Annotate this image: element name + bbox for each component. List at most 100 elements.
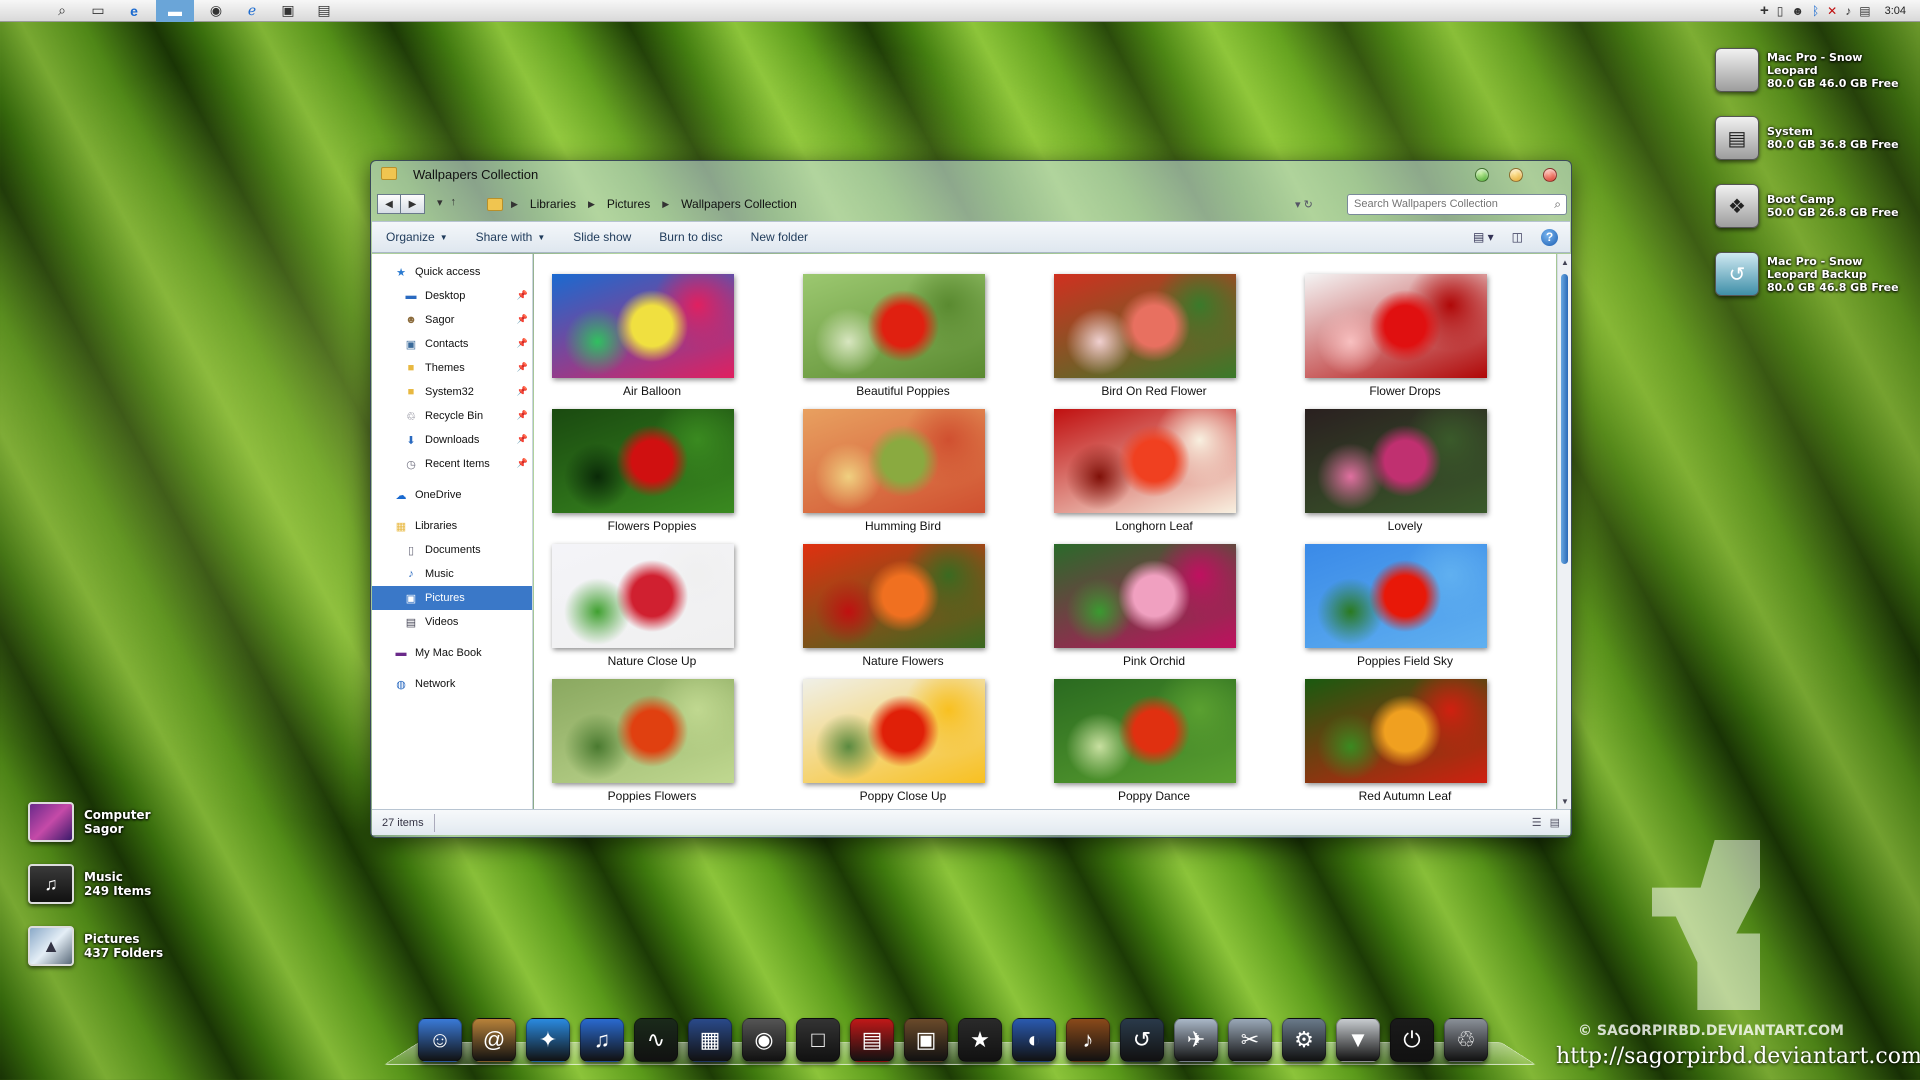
store-icon[interactable]: ▤ <box>310 0 338 22</box>
nav-item-recent-items[interactable]: ◷ Recent Items 📌 <box>372 452 532 476</box>
file-tile[interactable]: Poppy Dance <box>1036 679 1236 809</box>
vertical-scrollbar[interactable]: ▲ ▼ <box>1557 254 1571 809</box>
share-with-menu[interactable]: Share with ▼ <box>462 230 560 244</box>
file-tile[interactable]: Nature Close Up <box>534 544 734 674</box>
nav-item-documents[interactable]: ▯ Documents <box>372 538 532 562</box>
file-tile[interactable]: Longhorn Leaf <box>1036 409 1236 539</box>
file-thumbnail[interactable] <box>1054 274 1236 378</box>
activity-monitor-icon[interactable]: ∿ <box>634 1018 678 1062</box>
up-arrow-icon[interactable]: ↑ <box>451 196 457 209</box>
person-icon[interactable]: ☻ <box>1791 4 1804 18</box>
file-tile[interactable]: Lovely <box>1287 409 1487 539</box>
large-icons-view-icon[interactable]: ▤ <box>1550 816 1560 829</box>
finder-icon[interactable]: ☺ <box>418 1018 462 1062</box>
nav-quick-access[interactable]: ★ Quick access <box>372 260 532 284</box>
nav-libraries[interactable]: ▦ Libraries <box>372 514 532 538</box>
file-thumbnail[interactable] <box>552 274 734 378</box>
pin-icon[interactable]: 📌 <box>517 386 528 397</box>
mail-icon[interactable]: ✈ <box>1174 1018 1218 1062</box>
file-tile[interactable]: Air Balloon <box>534 274 734 404</box>
drive-boot-camp[interactable]: ❖ Boot Camp 50.0 GB 26.8 GB Free <box>1715 184 1899 228</box>
details-view-icon[interactable]: ☰ <box>1532 816 1542 829</box>
slide-show-button[interactable]: Slide show <box>559 230 645 244</box>
file-thumbnail[interactable] <box>803 544 985 648</box>
new-folder-button[interactable]: New folder <box>737 230 822 244</box>
disc-icon[interactable]: ◉ <box>202 0 230 22</box>
nav-onedrive[interactable]: ☁ OneDrive <box>372 483 532 507</box>
safari-icon[interactable]: ✦ <box>526 1018 570 1062</box>
iphoto-icon[interactable]: ▣ <box>904 1018 948 1062</box>
nav-item-videos[interactable]: ▤ Videos <box>372 610 532 634</box>
file-thumbnail[interactable] <box>1054 544 1236 648</box>
file-thumbnail[interactable] <box>1054 409 1236 513</box>
file-tile[interactable]: Bird On Red Flower <box>1036 274 1236 404</box>
nav-item-themes[interactable]: ■ Themes 📌 <box>372 356 532 380</box>
breadcrumb-pictures[interactable]: Pictures <box>603 196 654 212</box>
pin-icon[interactable]: 📌 <box>517 338 528 349</box>
nav-network[interactable]: ◍ Network <box>372 672 532 696</box>
itunes-icon[interactable]: ♫ <box>580 1018 624 1062</box>
nav-item-recycle-bin[interactable]: ♲ Recycle Bin 📌 <box>372 404 532 428</box>
apple-icon[interactable] <box>12 0 40 22</box>
file-thumbnail[interactable] <box>1054 679 1236 783</box>
file-thumbnail[interactable] <box>1305 274 1487 378</box>
search-icon[interactable]: ⌕ <box>1554 197 1561 212</box>
scroll-down-icon[interactable]: ▼ <box>1559 795 1571 807</box>
desktop-item-computer[interactable]: Computer Sagor <box>28 802 150 842</box>
file-tile[interactable]: Flower Drops <box>1287 274 1487 404</box>
forward-button[interactable]: ▶ <box>401 194 425 214</box>
pin-icon[interactable]: 📌 <box>517 434 528 445</box>
file-tile[interactable]: Poppies Field Sky <box>1287 544 1487 674</box>
file-tile[interactable]: Humming Bird <box>785 409 985 539</box>
volume-icon[interactable]: ♪ <box>1845 4 1851 18</box>
file-tile[interactable]: Red Autumn Leaf <box>1287 679 1487 809</box>
photo-booth-icon[interactable]: ▤ <box>850 1018 894 1062</box>
file-tile[interactable]: Pink Orchid <box>1036 544 1236 674</box>
pin-icon[interactable]: 📌 <box>517 290 528 301</box>
ie-icon[interactable]: ℯ <box>238 0 266 22</box>
network-icon[interactable]: ✕ <box>1827 4 1837 18</box>
close-button[interactable] <box>1543 168 1557 182</box>
preview-pane-icon[interactable]: ◫ <box>1512 230 1523 244</box>
shutdown-icon[interactable]: ⏻ <box>1390 1018 1434 1062</box>
file-thumbnail[interactable] <box>1305 679 1487 783</box>
maximize-button[interactable] <box>1475 168 1489 182</box>
nav-item-pictures[interactable]: ▣ Pictures <box>372 586 532 610</box>
breadcrumb-libraries[interactable]: Libraries <box>526 196 580 212</box>
nav-item-contacts[interactable]: ▣ Contacts 📌 <box>372 332 532 356</box>
desktop-item-music[interactable]: ♫ Music 249 Items <box>28 864 151 904</box>
scroll-thumb[interactable] <box>1561 274 1568 564</box>
file-thumbnail[interactable] <box>1305 409 1487 513</box>
file-tile[interactable]: Poppy Close Up <box>785 679 985 809</box>
file-thumbnail[interactable] <box>803 409 985 513</box>
drive-backup[interactable]: ↺ Mac Pro - Snow Leopard Backup 80.0 GB … <box>1715 252 1899 296</box>
help-icon[interactable]: ? <box>1541 228 1558 246</box>
file-tile[interactable]: Nature Flowers <box>785 544 985 674</box>
minimize-button[interactable] <box>1509 168 1523 182</box>
address-book-icon[interactable]: @ <box>472 1018 516 1062</box>
time-machine-icon[interactable]: ↺ <box>1120 1018 1164 1062</box>
refresh-icon[interactable]: ▾ ↻ <box>1295 198 1313 211</box>
downloads-icon[interactable]: ▼ <box>1336 1018 1380 1062</box>
blank-app-icon[interactable]: □ <box>796 1018 840 1062</box>
clock[interactable]: 3:04 <box>1885 5 1906 17</box>
back-button[interactable]: ◀ <box>377 194 401 214</box>
nav-item-system32[interactable]: ■ System32 📌 <box>372 380 532 404</box>
file-thumbnail[interactable] <box>552 544 734 648</box>
title-bar[interactable]: Wallpapers Collection <box>371 161 1571 189</box>
utilities-icon[interactable]: ⚙ <box>1282 1018 1326 1062</box>
desktop-item-pictures[interactable]: ▲ Pictures 437 Folders <box>28 926 163 966</box>
search-input[interactable] <box>1354 198 1534 210</box>
file-thumbnail[interactable] <box>803 679 985 783</box>
file-tile[interactable]: Beautiful Poppies <box>785 274 985 404</box>
firefox-icon[interactable]: ◐ <box>1012 1018 1056 1062</box>
trash-icon[interactable]: ♲ <box>1444 1018 1488 1062</box>
file-tile[interactable]: Flowers Poppies <box>534 409 734 539</box>
change-view-icon[interactable]: ▤ ▾ <box>1473 230 1494 244</box>
monitor-icon[interactable]: ▣ <box>274 0 302 22</box>
recent-dropdown-icon[interactable]: ▾ <box>437 196 443 209</box>
pin-icon[interactable]: 📌 <box>517 410 528 421</box>
file-thumbnail[interactable] <box>552 679 734 783</box>
bluetooth-icon[interactable]: ᛒ <box>1812 4 1819 18</box>
explorer-icon[interactable]: ▬ <box>156 0 194 22</box>
